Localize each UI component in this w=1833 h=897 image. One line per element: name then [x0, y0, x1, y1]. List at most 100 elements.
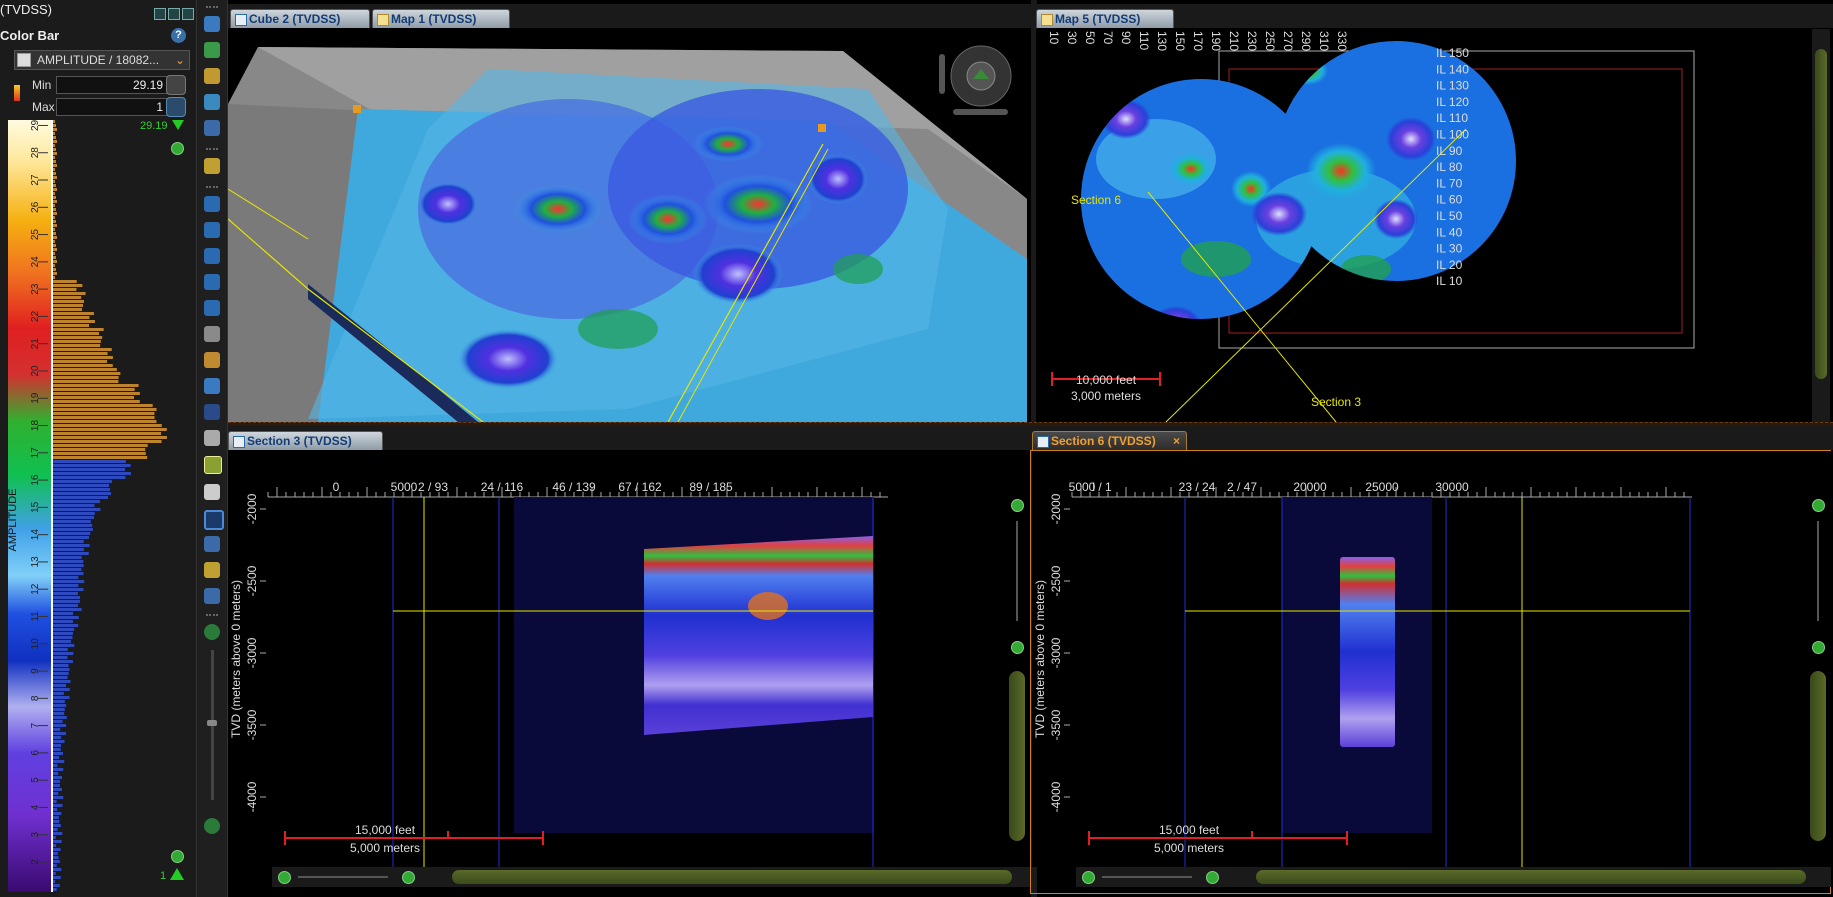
scroll-thumb[interactable] [1256, 870, 1806, 884]
histogram-bar [53, 740, 65, 743]
scale-icon[interactable] [204, 120, 220, 136]
color-bar-tick-label: 11 [30, 611, 41, 622]
bottom-marker-icon[interactable] [170, 868, 184, 880]
tab-label: Cube 2 (TVDSS) [249, 12, 341, 26]
histogram-bar [53, 324, 90, 327]
triangle-icon[interactable] [204, 378, 220, 394]
map-tab-icon [377, 14, 389, 26]
cube-3d-view[interactable] [228, 29, 1027, 422]
histogram-bar [53, 432, 162, 435]
zoom-out-icon[interactable] [1082, 871, 1095, 884]
zoom-slider-handle[interactable] [207, 720, 217, 726]
histogram-bar [53, 688, 70, 691]
zoom-in-icon[interactable] [1011, 499, 1024, 512]
min-field[interactable]: 29.19 [56, 76, 168, 94]
histogram-bar [53, 192, 55, 195]
help-icon[interactable]: ? [171, 28, 186, 43]
histogram-bar [53, 344, 101, 347]
section-tab-icon [1037, 436, 1049, 448]
restore-icon[interactable] [154, 8, 166, 20]
vscroll-thumb[interactable] [1009, 671, 1025, 841]
map-il-label: IL 120 [1436, 95, 1469, 109]
hzoom-slider[interactable] [298, 876, 388, 878]
map-il-label: IL 110 [1436, 111, 1468, 125]
float-icon[interactable] [168, 8, 180, 20]
zoom-in-icon[interactable] [1206, 871, 1219, 884]
histogram-bar [53, 784, 61, 787]
section-3-hscroll[interactable] [272, 867, 1031, 887]
hzoom-slider[interactable] [1102, 876, 1192, 878]
zoom-slider[interactable] [1817, 521, 1819, 621]
refresh-icon[interactable] [166, 97, 186, 117]
ruler-icon[interactable] [204, 404, 220, 420]
section-3-view[interactable]: 0 5000 2 / 93 24 / 116 46 / 139 67 / 162 89 / … [228, 451, 1003, 867]
zoom-out-icon[interactable] [1812, 641, 1825, 654]
zoom-out-icon[interactable] [1011, 641, 1024, 654]
map-5-view[interactable]: 10 30 50 70 90 110 130 150 170 190 210 230 250 270 290… [1036, 29, 1812, 423]
light-icon[interactable] [204, 430, 220, 446]
scale-feet: 10,000 feet [1075, 373, 1137, 387]
histogram-bar [53, 628, 75, 631]
tab-map-5[interactable]: Map 5 (TVDSS) [1036, 9, 1174, 28]
pencil-icon[interactable] [204, 562, 220, 578]
toolbar-separator [206, 6, 218, 10]
scroll-thumb[interactable] [452, 870, 1012, 884]
zoom-icon[interactable] [204, 16, 220, 32]
cube-icon[interactable] [204, 352, 220, 368]
tab-section-6[interactable]: Section 6 (TVDSS) × [1032, 431, 1187, 450]
section-6-hscroll[interactable] [1076, 867, 1831, 887]
minimize-icon[interactable] [182, 8, 194, 20]
max-field[interactable]: 1 [56, 98, 168, 116]
screenshot-icon[interactable] [204, 536, 220, 552]
histogram-bar [53, 728, 61, 731]
zoom-in-icon[interactable] [204, 624, 220, 640]
navigation-compass[interactable] [933, 34, 1018, 119]
histogram-bar [53, 584, 79, 587]
y-axis-tick-label: -2000 [1049, 493, 1063, 524]
histogram-bar [53, 368, 117, 371]
histogram-bar [53, 380, 119, 383]
y-axis-label: TVD (meters above 0 meters) [1033, 580, 1047, 738]
stack-icon[interactable] [204, 326, 220, 342]
histogram-bar [53, 860, 60, 863]
attribute-select[interactable]: AMPLITUDE / 18082... ⌄ [14, 50, 190, 70]
section-6-view[interactable]: 05000l / 123 / 242 / 47200002500030000 -… [1011, 451, 1805, 867]
path-icon[interactable] [204, 274, 220, 290]
box-select-icon[interactable] [204, 510, 224, 530]
connect-icon[interactable] [204, 588, 220, 604]
zoom-in-icon-bottom[interactable] [171, 850, 184, 863]
edit-icon[interactable] [204, 484, 220, 500]
zoom-box-icon[interactable] [204, 42, 220, 58]
map-top-tick-label: 90 [1119, 31, 1133, 45]
zoom-slider[interactable] [1016, 521, 1018, 621]
map-il-label: IL 130 [1436, 79, 1469, 93]
min-reset-button[interactable] [166, 75, 186, 95]
tab-section-3[interactable]: Section 3 (TVDSS) [228, 431, 383, 450]
section-6-y-ticks: -2000 -2500 -3000 -3500 -4000 [1049, 493, 1070, 812]
zoom-out-icon[interactable] [204, 818, 220, 834]
map-vscroll[interactable] [1812, 29, 1830, 422]
layers-icon[interactable] [204, 158, 220, 174]
magnify-icon[interactable] [204, 68, 220, 84]
histogram-bar [53, 140, 57, 143]
well-icon[interactable] [204, 248, 220, 264]
zoom-out-icon[interactable] [278, 871, 291, 884]
zoom-in-icon[interactable] [402, 871, 415, 884]
y-axis-tick-label: -2500 [1049, 565, 1063, 596]
crop-icon[interactable] [204, 300, 220, 316]
top-axis-label: 5000 [391, 480, 418, 494]
histogram-bar [53, 176, 57, 179]
color-bar-tick-label: 22 [30, 310, 41, 322]
tab-map-1[interactable]: Map 1 (TVDSS) [372, 9, 510, 28]
grid-toggle-icon[interactable] [204, 456, 222, 474]
probe-icon[interactable] [204, 222, 220, 238]
pick-icon[interactable] [204, 196, 220, 212]
close-icon[interactable]: × [1173, 432, 1180, 451]
scroll-thumb[interactable] [1815, 49, 1827, 379]
histogram-bar [53, 188, 57, 191]
histogram-bar [53, 172, 56, 175]
tab-cube-2[interactable]: Cube 2 (TVDSS) [230, 9, 370, 28]
zoom-in-icon[interactable] [1812, 499, 1825, 512]
vscroll-thumb[interactable] [1810, 671, 1826, 841]
rotate-icon[interactable] [204, 94, 220, 110]
